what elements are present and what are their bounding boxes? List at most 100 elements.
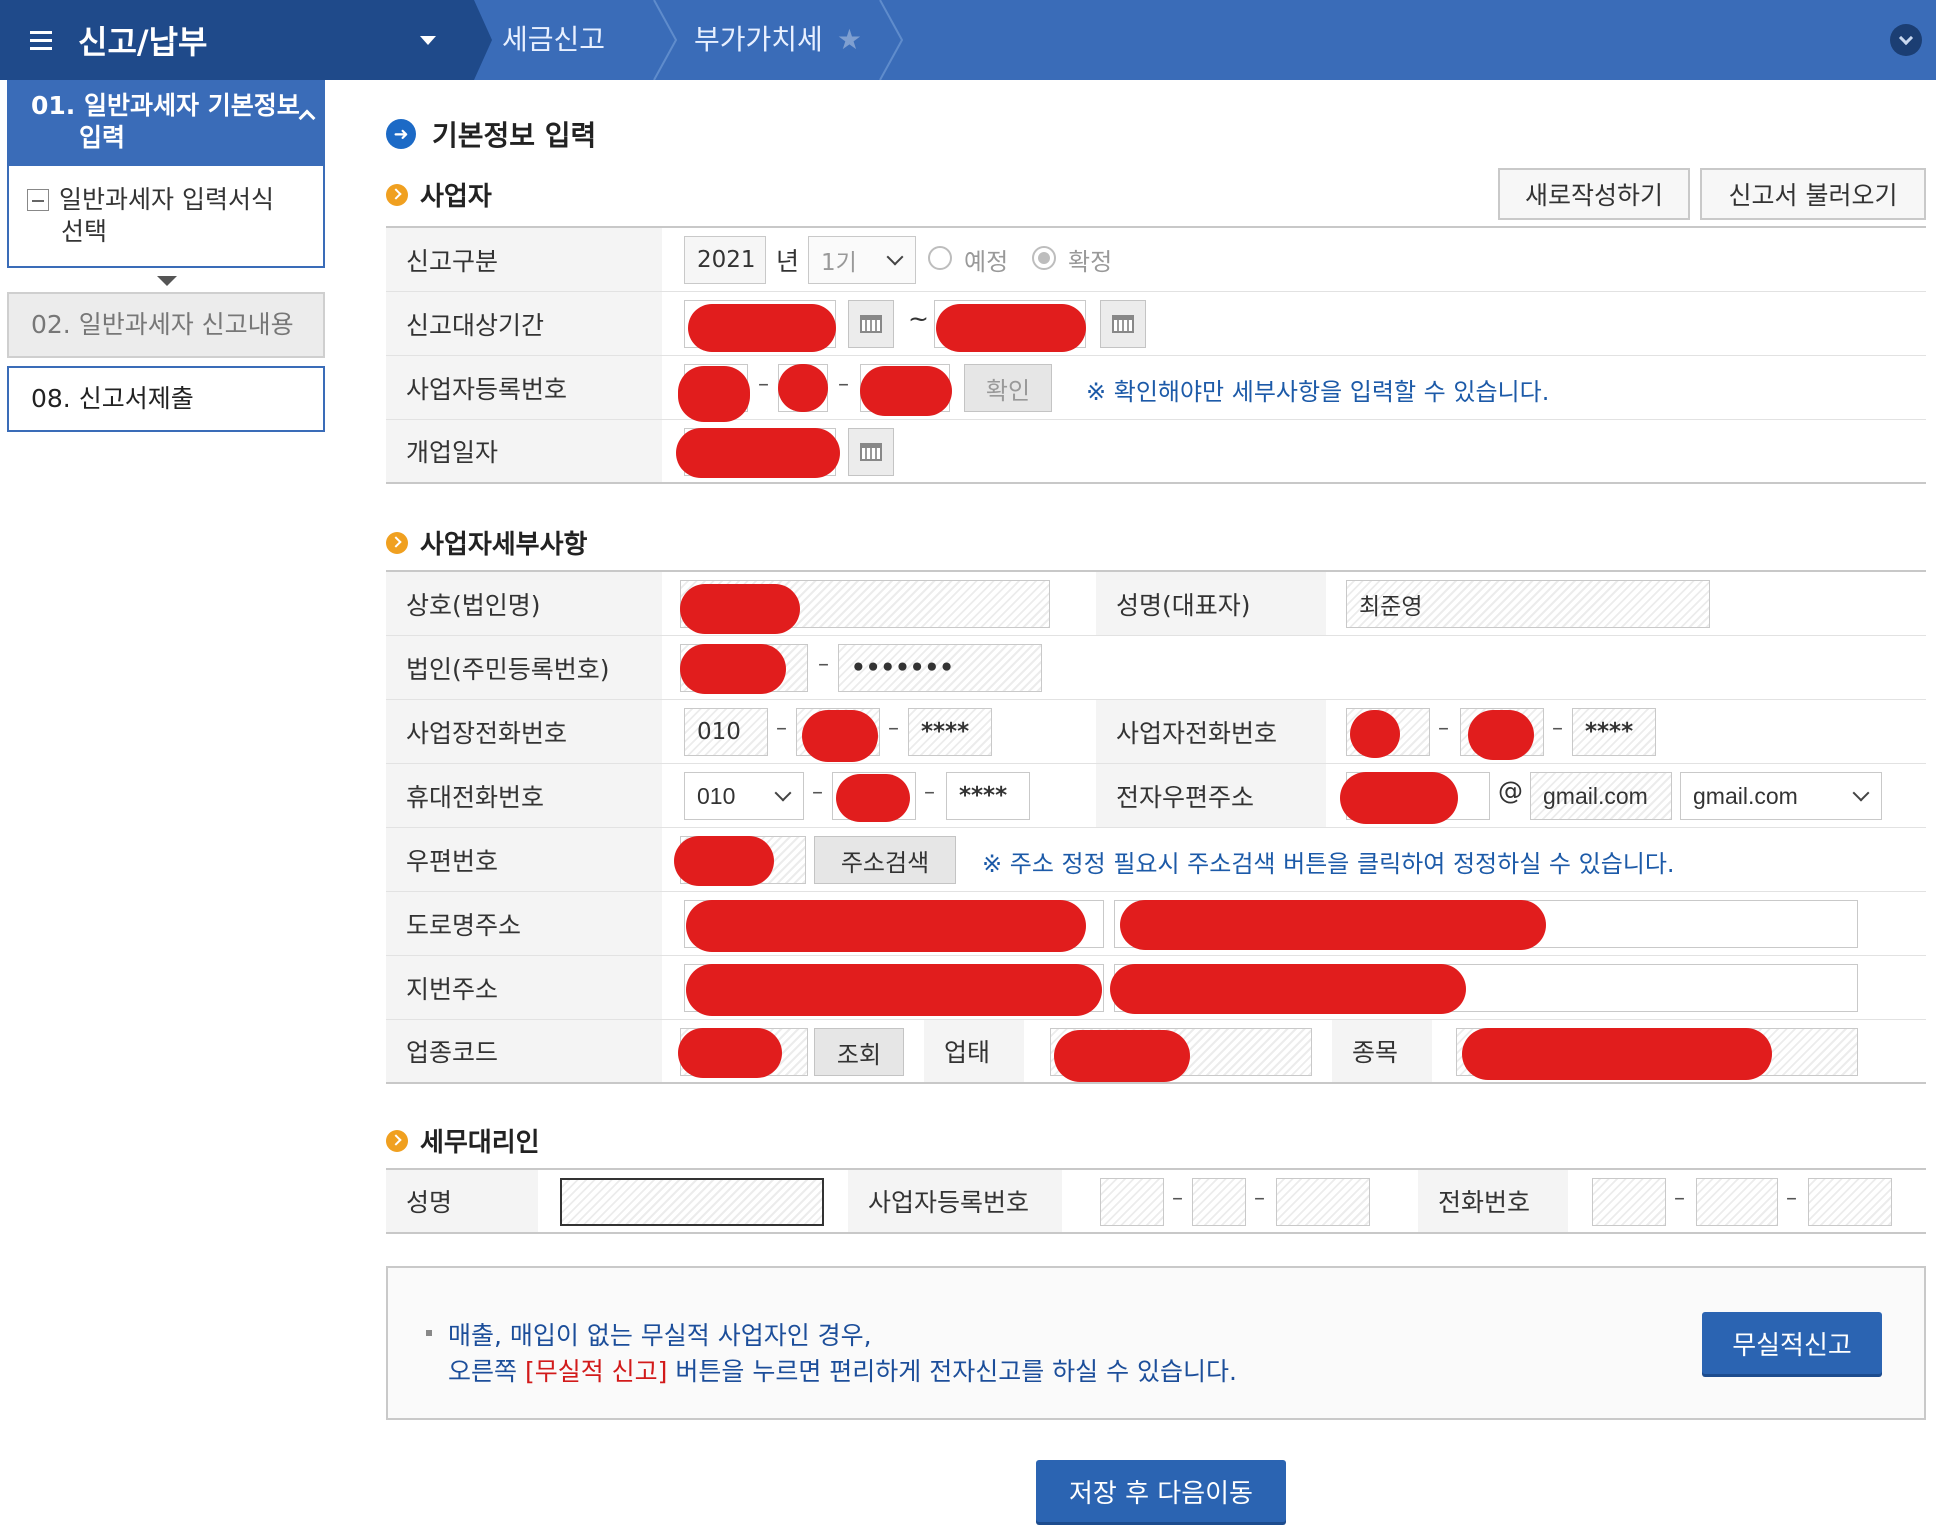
sidebar-step-02[interactable]: 02. 일반과세자 신고내용 — [7, 292, 325, 358]
lookup-button[interactable]: 조회 — [814, 1028, 904, 1076]
redaction — [676, 428, 840, 478]
dash: – — [924, 780, 935, 805]
agent-phone-part2[interactable] — [1696, 1178, 1778, 1226]
label-corp-id: 법인(주민등록번호) — [386, 636, 662, 699]
dash: – — [1674, 1186, 1685, 1211]
step-arrow-icon — [157, 276, 177, 286]
dash: – — [838, 372, 849, 397]
table-row: 사업장전화번호 010 – – **** 사업자전화번호 – – **** — [386, 700, 1926, 764]
label-item: 종목 — [1332, 1020, 1432, 1082]
dash: – — [776, 716, 787, 741]
breadcrumb-vat[interactable]: 부가가치세 ★ — [694, 0, 862, 80]
top-navigation-bar: 신고/납부 세금신고 부가가치세 ★ — [0, 0, 1936, 80]
year-unit: 년 — [776, 247, 800, 276]
radio-preliminary[interactable] — [928, 246, 952, 270]
dash: – — [818, 652, 829, 677]
orange-arrow-icon — [386, 183, 408, 206]
section-title-detail: 사업자세부사항 — [386, 524, 587, 561]
dash: – — [1786, 1186, 1797, 1211]
label-road-address: 도로명주소 — [386, 892, 662, 955]
menu-title: 신고/납부 — [78, 23, 208, 61]
hamburger-icon — [30, 30, 52, 50]
info-line-1: 매출, 매입이 없는 무실적 사업자인 경우, — [448, 1321, 872, 1350]
dash: – — [888, 716, 899, 741]
breadcrumb-tax-report[interactable]: 세금신고 — [502, 0, 605, 80]
owner-phone-part3[interactable]: **** — [1572, 708, 1656, 756]
year-field[interactable]: 2021 — [684, 236, 766, 284]
label-zip: 우편번호 — [386, 828, 662, 891]
arrow-right-circle-icon: ➜ — [386, 119, 416, 149]
radio-preliminary-label: 예정 — [964, 248, 1009, 276]
calendar-icon[interactable] — [848, 428, 894, 476]
calendar-icon[interactable] — [848, 300, 894, 348]
radio-final[interactable] — [1032, 246, 1056, 270]
dash: – — [812, 780, 823, 805]
email-domain-select[interactable]: gmail.com — [1680, 772, 1882, 820]
corp-id-part2[interactable]: ••••••• — [838, 644, 1042, 692]
section-title-business: 사업자 — [386, 176, 492, 213]
chevron-down-icon — [420, 36, 436, 45]
section-title-text: 사업자세부사항 — [420, 530, 588, 560]
calendar-icon[interactable] — [1100, 300, 1146, 348]
label-agent-phone: 전화번호 — [1418, 1170, 1568, 1232]
period-select[interactable]: 1기 — [808, 236, 916, 284]
sidebar-step-01[interactable]: 01. 일반과세자 기본정보 입력 — [7, 80, 325, 166]
info-line-2-highlight: [무실적 신고] — [524, 1357, 668, 1386]
biz-phone-part3[interactable]: **** — [908, 708, 992, 756]
redaction — [802, 710, 878, 762]
agent-reg-no-part1[interactable] — [1100, 1178, 1164, 1226]
confirm-button[interactable]: 확인 — [964, 364, 1052, 412]
representative-field[interactable]: 최준영 — [1346, 580, 1710, 628]
redaction — [860, 366, 952, 416]
biz-phone-part1[interactable]: 010 — [684, 708, 768, 756]
dash: – — [758, 372, 769, 397]
collapse-header-button[interactable] — [1890, 24, 1922, 56]
mobile-prefix-value: 010 — [697, 782, 736, 809]
agent-phone-part1[interactable] — [1592, 1178, 1666, 1226]
substep-label: 일반과세자 입력서식 — [59, 185, 274, 214]
sidebar-step-08[interactable]: 08. 신고서제출 — [7, 366, 325, 432]
new-write-button[interactable]: 새로작성하기 — [1498, 168, 1690, 220]
agent-reg-no-part3[interactable] — [1276, 1178, 1370, 1226]
chevron-down-icon — [774, 784, 792, 802]
redaction — [1054, 1030, 1190, 1082]
info-line-2-suffix: 버튼을 누르면 편리하게 전자신고를 하실 수 있습니다. — [667, 1357, 1237, 1386]
agent-name-field[interactable] — [560, 1178, 824, 1226]
section-title-text: 사업자 — [420, 182, 492, 212]
table-row: 신고구분 2021 년 1기 예정 확정 — [386, 228, 1926, 292]
redaction — [688, 304, 836, 352]
bullet — [426, 1330, 432, 1336]
table-row: 성명 사업자등록번호 – – 전화번호 – – — [386, 1170, 1926, 1234]
redaction — [1462, 1028, 1772, 1080]
redaction — [1110, 964, 1466, 1014]
label-agent-name: 성명 — [386, 1170, 538, 1232]
email-domain-field[interactable]: gmail.com — [1530, 772, 1672, 820]
sidebar-step-01-label-line2: 입력 — [79, 123, 126, 152]
label-report-type: 신고구분 — [386, 228, 662, 291]
sidebar-substep-form-select[interactable]: 일반과세자 입력서식 선택 — [7, 166, 325, 268]
favorite-star-icon[interactable]: ★ — [837, 23, 862, 56]
redaction — [678, 1028, 782, 1078]
agent-reg-no-part2[interactable] — [1192, 1178, 1246, 1226]
dash: – — [1552, 716, 1563, 741]
label-mobile: 휴대전화번호 — [386, 764, 662, 827]
mobile-part3[interactable]: **** — [946, 772, 1030, 820]
table-row: 개업일자 — [386, 420, 1926, 484]
agent-phone-part3[interactable] — [1808, 1178, 1892, 1226]
redaction — [1468, 710, 1534, 760]
redaction — [674, 836, 774, 886]
address-search-button[interactable]: 주소검색 — [814, 836, 956, 884]
label-representative: 성명(대표자) — [1096, 572, 1326, 635]
main-menu-button[interactable]: 신고/납부 — [0, 0, 462, 80]
save-next-button[interactable]: 저장 후 다음이동 — [1036, 1460, 1286, 1522]
label-lot-address: 지번주소 — [386, 956, 662, 1019]
load-report-button[interactable]: 신고서 불러오기 — [1700, 168, 1926, 220]
redaction — [686, 900, 1086, 952]
collapse-minus-icon[interactable] — [27, 189, 49, 211]
mobile-prefix-select[interactable]: 010 — [684, 772, 804, 820]
radio-final-label: 확정 — [1068, 248, 1113, 276]
chevron-down-icon — [1898, 30, 1914, 45]
orange-arrow-icon — [386, 1129, 408, 1152]
label-reg-no: 사업자등록번호 — [386, 356, 662, 419]
zero-report-button[interactable]: 무실적신고 — [1702, 1312, 1882, 1374]
